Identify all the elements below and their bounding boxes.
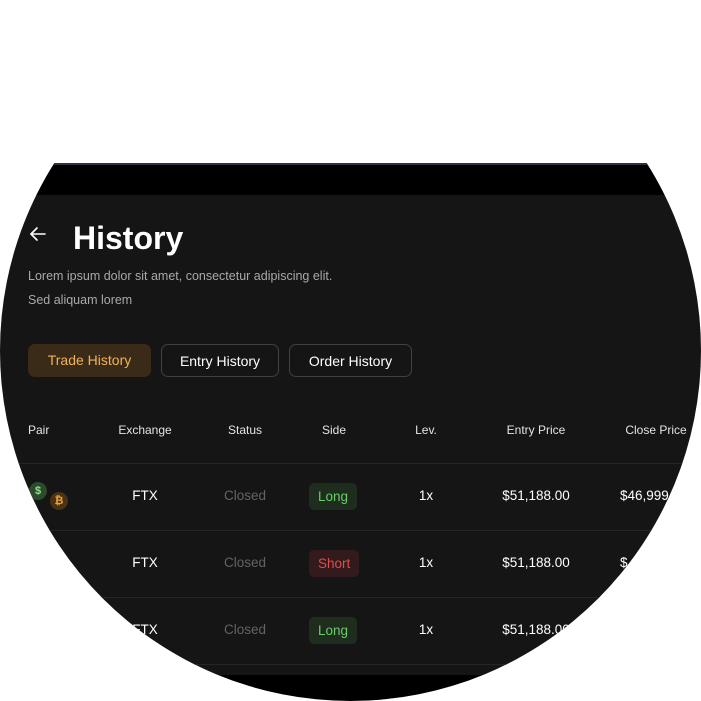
cell-entry-price: $51,188.00 [502,622,570,637]
top-bar [0,163,701,195]
bitcoin-coin-icon: ₿ [50,492,68,510]
side-badge-long: Long [309,617,358,644]
circular-viewport: History Lorem ipsum dolor sit amet, cons… [0,0,701,701]
back-button[interactable] [28,224,48,244]
page-title: History [73,220,184,256]
cell-status: Closed [223,555,267,570]
column-header-close-price: Close Price [625,423,687,437]
column-header-pair: Pair [28,423,50,437]
cell-entry-price: $51,188.00 [502,488,570,503]
cell-leverage: 1x [418,622,434,637]
cell-exchange: FTX [132,555,158,570]
cell-close-price: $ [620,555,628,570]
row-divider [0,597,701,598]
side-badge-short: Short [309,550,360,577]
tab-entry-history[interactable]: Entry History [161,344,279,377]
column-header-entry-price: Entry Price [506,423,566,437]
cell-status: Closed [223,622,267,637]
cell-exchange: FTX [132,622,158,637]
cell-entry-price: $51,188.00 [502,555,570,570]
row-divider [0,530,701,531]
column-header-exchange: Exchange [118,423,172,437]
cell-exchange: FTX [132,488,158,503]
tab-order-history[interactable]: Order History [289,344,412,377]
dollar-coin-icon: $ [29,482,47,500]
cell-status: Closed [223,488,267,503]
arrow-left-icon [30,227,46,241]
cell-leverage: 1x [418,555,434,570]
side-badge-long: Long [309,483,358,510]
cell-leverage: 1x [418,488,434,503]
top-bar-border [0,163,701,165]
tab-trade-history[interactable]: Trade History [28,344,151,377]
page-description: Lorem ipsum dolor sit amet, consectetur … [28,269,333,307]
column-header-leverage: Lev. [415,423,437,437]
bottom-bar [0,675,701,701]
row-divider [0,463,701,464]
column-header-status: Status [227,423,263,437]
cell-close-price: $46,999 [620,488,669,503]
row-divider [0,664,701,665]
column-header-side: Side [321,423,347,437]
